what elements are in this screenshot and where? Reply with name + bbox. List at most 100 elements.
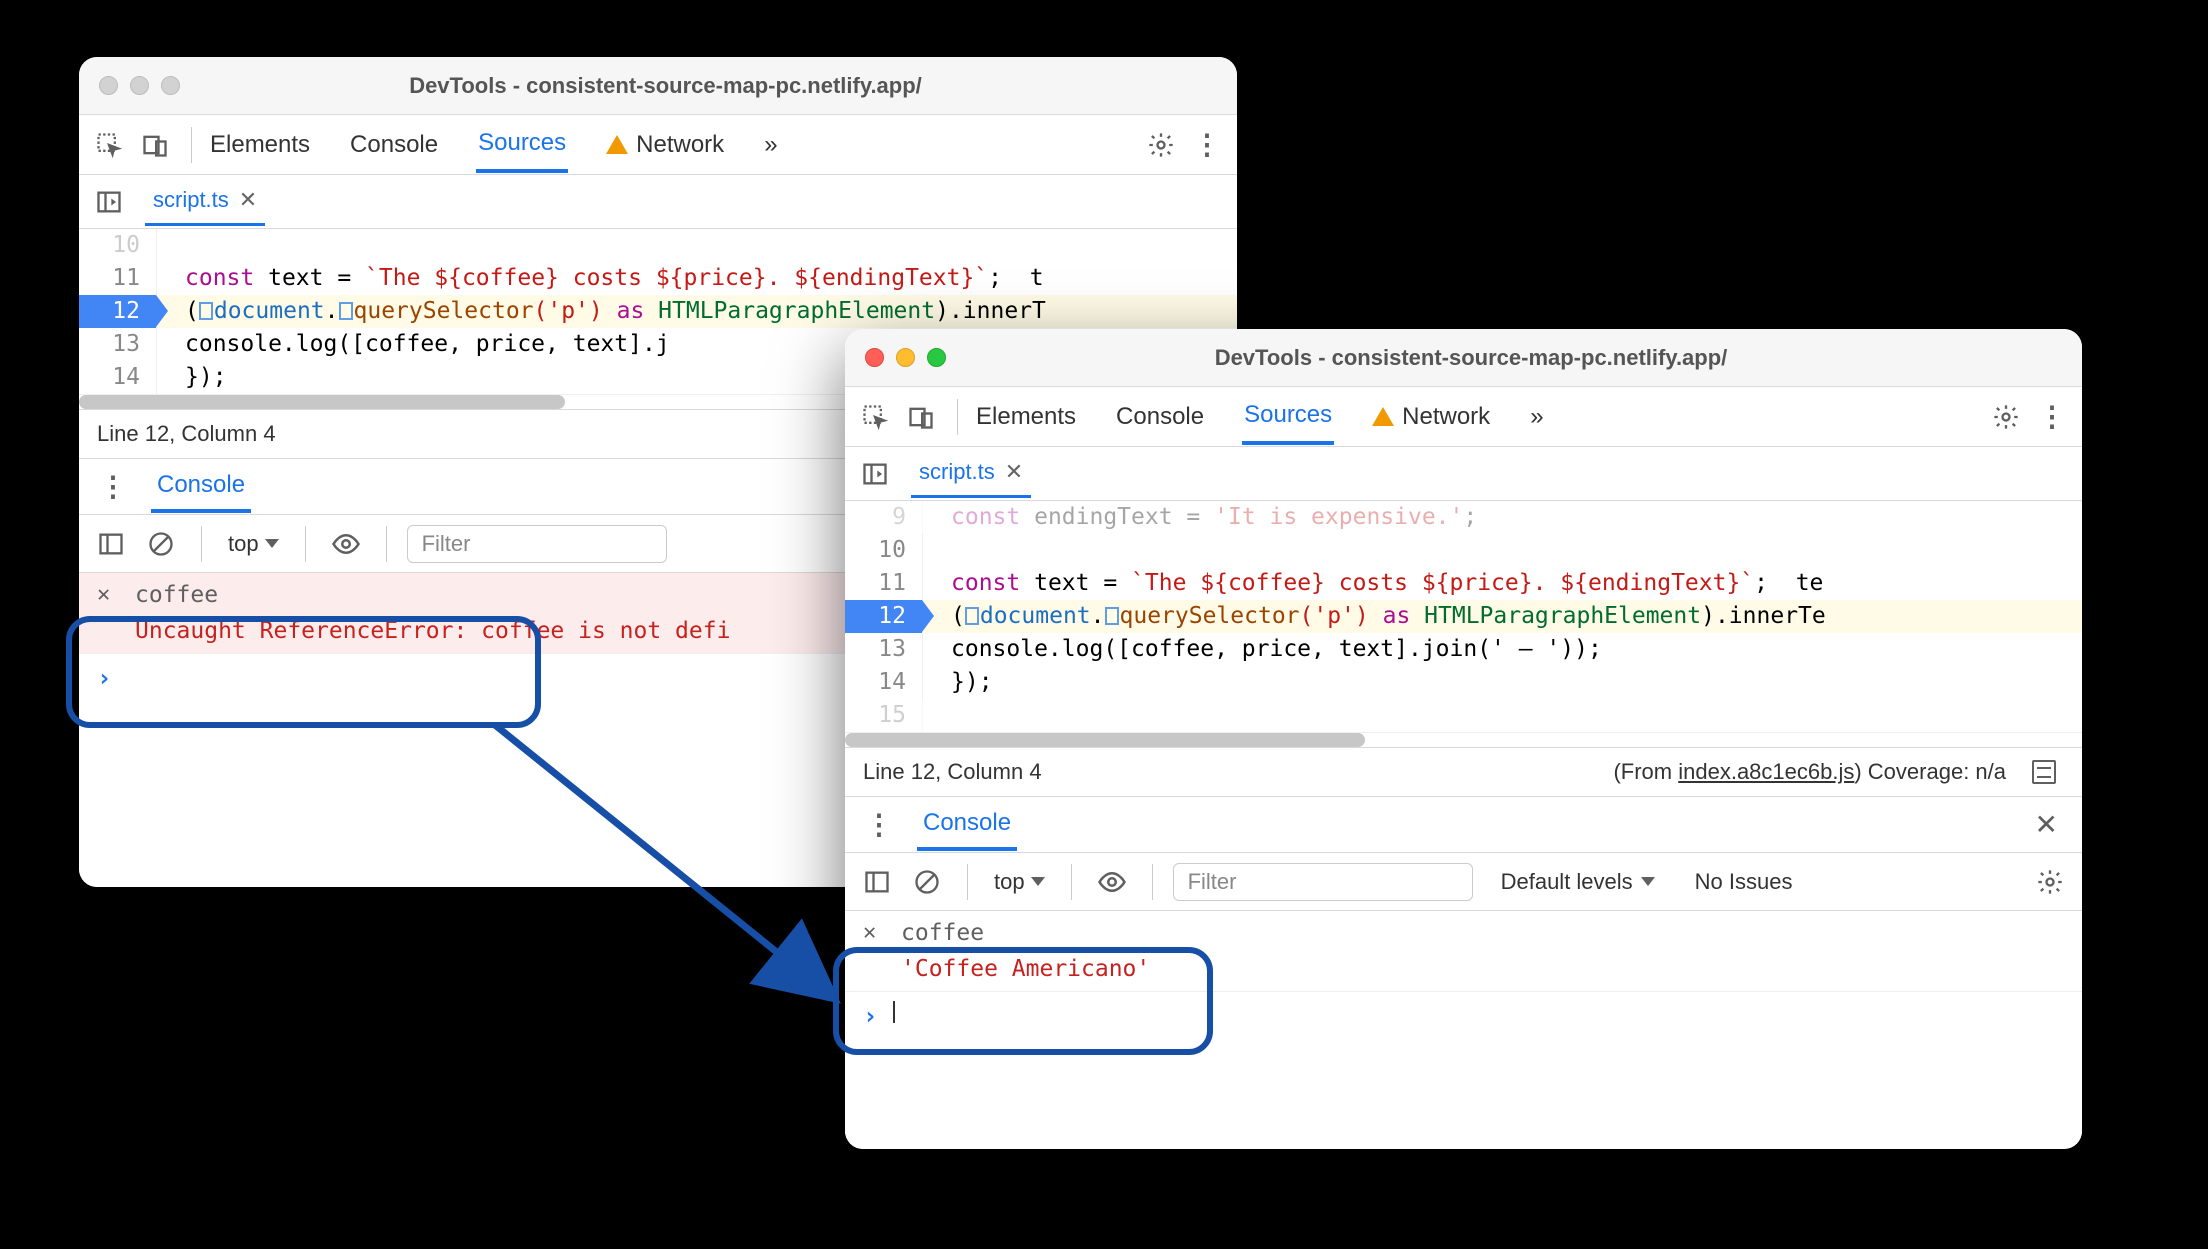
step-marker-icon: [199, 302, 213, 320]
chevron-down-icon: [265, 539, 279, 548]
console-expression: coffee: [901, 915, 1150, 951]
zoom-dot[interactable]: [161, 76, 180, 95]
line-number: 13: [79, 328, 157, 361]
step-marker-icon: [339, 302, 353, 320]
step-marker-icon: [965, 607, 979, 625]
line-number: 15: [845, 699, 923, 732]
close-dot[interactable]: [865, 348, 884, 367]
chevron-right-icon: ›: [863, 998, 877, 1034]
menu-icon[interactable]: ⋮: [2032, 397, 2072, 437]
chevron-down-icon: [1031, 877, 1045, 886]
close-drawer-icon[interactable]: ✕: [2021, 808, 2072, 841]
titlebar: DevTools - consistent-source-map-pc.netl…: [79, 57, 1237, 115]
file-tabs: script.ts ✕: [845, 447, 2082, 501]
tab-network-label: Network: [636, 131, 724, 159]
minimize-dot[interactable]: [896, 348, 915, 367]
clear-console-icon[interactable]: [141, 524, 181, 564]
tab-console[interactable]: Console: [1114, 391, 1206, 443]
line-number: 13: [845, 633, 923, 666]
filter-input[interactable]: Filter: [1173, 863, 1473, 901]
tab-sources[interactable]: Sources: [476, 117, 568, 173]
text-caret: [893, 1001, 895, 1023]
drawer-tab-console[interactable]: Console: [917, 799, 1017, 851]
console-settings-icon[interactable]: [2030, 862, 2070, 902]
close-icon[interactable]: ✕: [863, 915, 885, 951]
file-tab-label: script.ts: [919, 459, 995, 485]
execution-line-number: 12: [79, 295, 157, 328]
tab-sources[interactable]: Sources: [1242, 389, 1334, 445]
code-editor[interactable]: 9const endingText = 'It is expensive.'; …: [845, 501, 2082, 732]
issues-button[interactable]: No Issues: [1695, 869, 1793, 895]
toggle-console-sidebar-icon[interactable]: [857, 862, 897, 902]
panel-tabs: Elements Console Sources Network »: [208, 117, 780, 173]
close-icon[interactable]: ✕: [97, 577, 119, 613]
tab-console[interactable]: Console: [348, 119, 440, 171]
panel-tabs: Elements Console Sources Network »: [974, 389, 1546, 445]
execution-line-number: 12: [845, 600, 923, 633]
coverage-toggle-icon[interactable]: [2024, 752, 2064, 792]
step-marker-icon: [1105, 607, 1119, 625]
menu-icon[interactable]: ⋮: [1187, 125, 1227, 165]
editor-status-bar: Line 12, Column 4 (From index.a8c1ec6b.j…: [845, 747, 2082, 797]
tab-network-label: Network: [1402, 403, 1490, 431]
source-map-link[interactable]: index.a8c1ec6b.js: [1678, 759, 1854, 784]
main-toolbar: Elements Console Sources Network » ⋮: [845, 387, 2082, 447]
warning-icon: [606, 135, 628, 154]
filter-input[interactable]: Filter: [407, 525, 667, 563]
line-number: 10: [845, 534, 923, 567]
device-mode-icon[interactable]: [901, 397, 941, 437]
toggle-console-sidebar-icon[interactable]: [91, 524, 131, 564]
tab-elements[interactable]: Elements: [974, 391, 1078, 443]
console-error-message: Uncaught ReferenceError: coffee is not d…: [135, 613, 730, 649]
file-tabs: script.ts ✕: [79, 175, 1237, 229]
inspect-element-icon[interactable]: [89, 125, 129, 165]
tabs-overflow[interactable]: »: [762, 119, 779, 171]
traffic-lights: [99, 76, 180, 95]
line-number: 10: [79, 229, 157, 262]
inspect-element-icon[interactable]: [855, 397, 895, 437]
zoom-dot[interactable]: [927, 348, 946, 367]
device-mode-icon[interactable]: [135, 125, 175, 165]
context-selector[interactable]: top: [988, 865, 1051, 899]
minimize-dot[interactable]: [130, 76, 149, 95]
clear-console-icon[interactable]: [907, 862, 947, 902]
drawer-tab-console[interactable]: Console: [151, 461, 251, 513]
warning-icon: [1372, 407, 1394, 426]
main-toolbar: Elements Console Sources Network » ⋮: [79, 115, 1237, 175]
toggle-navigator-icon[interactable]: [855, 454, 895, 494]
tab-elements[interactable]: Elements: [208, 119, 312, 171]
console-prompt[interactable]: ›: [845, 991, 2082, 1040]
drawer-menu-icon[interactable]: ⋮: [855, 808, 903, 841]
close-icon[interactable]: ✕: [239, 187, 257, 213]
window-title: DevTools - consistent-source-map-pc.netl…: [960, 345, 1982, 371]
editor-scrollbar[interactable]: [845, 732, 2082, 747]
devtools-window-right: DevTools - consistent-source-map-pc.netl…: [845, 329, 2082, 1149]
line-number: 14: [79, 361, 157, 394]
console-output[interactable]: ✕ coffee 'Coffee Americano' ›: [845, 911, 2082, 1149]
console-toolbar: top Filter Default levels No Issues: [845, 853, 2082, 911]
drawer-tabs: ⋮ Console ✕: [845, 797, 2082, 853]
file-tab-script-ts[interactable]: script.ts ✕: [911, 449, 1031, 498]
close-icon[interactable]: ✕: [1005, 459, 1023, 485]
toggle-navigator-icon[interactable]: [89, 182, 129, 222]
traffic-lights: [865, 348, 946, 367]
tabs-overflow[interactable]: »: [1528, 391, 1545, 443]
settings-icon[interactable]: [1141, 125, 1181, 165]
context-selector[interactable]: top: [222, 527, 285, 561]
chevron-right-icon: ›: [97, 660, 111, 696]
file-tab-script-ts[interactable]: script.ts ✕: [145, 177, 265, 226]
cursor-position: Line 12, Column 4: [97, 421, 276, 447]
console-result-value: 'Coffee Americano': [901, 951, 1150, 987]
console-expression: coffee: [135, 577, 730, 613]
drawer-menu-icon[interactable]: ⋮: [89, 470, 137, 503]
log-levels-select[interactable]: Default levels: [1501, 869, 1655, 895]
tab-network[interactable]: Network: [604, 119, 726, 171]
file-tab-label: script.ts: [153, 187, 229, 213]
line-number: 9: [845, 501, 923, 534]
close-dot[interactable]: [99, 76, 118, 95]
live-expression-icon[interactable]: [1092, 862, 1132, 902]
live-expression-icon[interactable]: [326, 524, 366, 564]
settings-icon[interactable]: [1986, 397, 2026, 437]
line-number: 11: [79, 262, 157, 295]
tab-network[interactable]: Network: [1370, 391, 1492, 443]
